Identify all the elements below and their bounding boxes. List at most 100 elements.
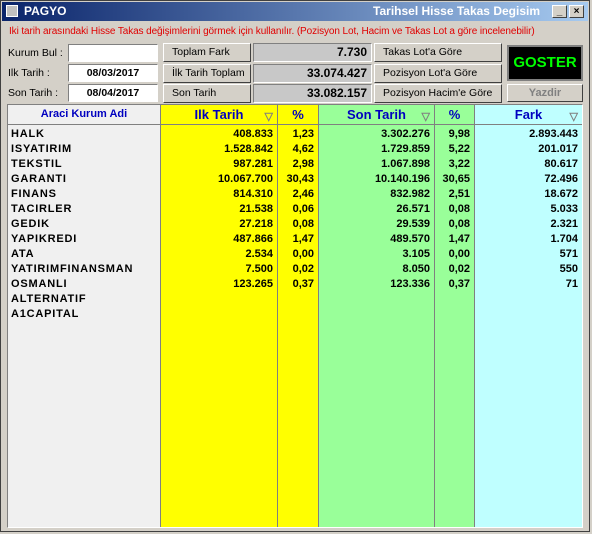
table-cell-son-pct[interactable]: 2,51	[435, 187, 474, 202]
header-ilk-pct[interactable]: %	[278, 105, 318, 125]
table-cell-fark[interactable]: 2.893.443	[475, 127, 582, 142]
table-cell-ilk[interactable]	[161, 292, 277, 307]
title-bar[interactable]: PAGYO Tarihsel Hisse Takas Degisim _ ×	[2, 2, 588, 21]
table-cell-son[interactable]: 123.336	[319, 277, 434, 292]
table-cell-son[interactable]: 1.729.859	[319, 142, 434, 157]
table-cell-son[interactable]: 26.571	[319, 202, 434, 217]
table-cell-son-pct[interactable]: 0,02	[435, 262, 474, 277]
table-cell-fark[interactable]: 18.672	[475, 187, 582, 202]
table-cell-kurum[interactable]: GARANTI	[8, 172, 160, 187]
table-cell-ilk-pct[interactable]: 0,06	[278, 202, 318, 217]
table-cell-ilk[interactable]: 814.310	[161, 187, 277, 202]
table-cell-kurum[interactable]: TACIRLER	[8, 202, 160, 217]
table-cell-fark[interactable]	[475, 307, 582, 322]
header-son-tarih-label: Son Tarih	[347, 107, 406, 122]
header-ilk-tarih[interactable]: Ilk Tarih ▽	[161, 105, 277, 125]
table-cell-ilk[interactable]: 123.265	[161, 277, 277, 292]
table-cell-ilk-pct[interactable]	[278, 307, 318, 322]
table-cell-son[interactable]: 1.067.898	[319, 157, 434, 172]
table-cell-son-pct[interactable]	[435, 307, 474, 322]
table-cell-fark[interactable]: 71	[475, 277, 582, 292]
header-son-tarih[interactable]: Son Tarih ▽	[319, 105, 434, 125]
table-cell-son[interactable]: 3.105	[319, 247, 434, 262]
table-cell-ilk-pct[interactable]: 4,62	[278, 142, 318, 157]
header-fark[interactable]: Fark ▽	[475, 105, 582, 125]
table-cell-fark[interactable]: 1.704	[475, 232, 582, 247]
table-cell-fark[interactable]: 5.033	[475, 202, 582, 217]
table-cell-ilk[interactable]: 2.534	[161, 247, 277, 262]
ilk-pct-cells: 1,23 4,62 2,98 30,43 2,46 0,06 0,08 1,47 0,00 0,0…	[278, 127, 318, 322]
table-cell-kurum[interactable]: GEDIK	[8, 217, 160, 232]
table-cell-son-pct[interactable]	[435, 292, 474, 307]
table-cell-ilk[interactable]: 487.866	[161, 232, 277, 247]
table-cell-fark[interactable]: 201.017	[475, 142, 582, 157]
table-cell-kurum[interactable]: YAPIKREDI	[8, 232, 160, 247]
table-cell-ilk-pct[interactable]: 1,47	[278, 232, 318, 247]
table-cell-ilk[interactable]: 7.500	[161, 262, 277, 277]
table-cell-son-pct[interactable]: 0,08	[435, 202, 474, 217]
table-cell-son-pct[interactable]: 0,08	[435, 217, 474, 232]
table-cell-ilk[interactable]	[161, 307, 277, 322]
table-cell-fark[interactable]: 571	[475, 247, 582, 262]
table-cell-son[interactable]: 8.050	[319, 262, 434, 277]
table-cell-ilk-pct[interactable]: 0,02	[278, 262, 318, 277]
table-cell-son-pct[interactable]: 3,22	[435, 157, 474, 172]
goster-button[interactable]: GOSTER	[507, 45, 583, 81]
table-cell-fark[interactable]: 80.617	[475, 157, 582, 172]
table-cell-son[interactable]: 10.140.196	[319, 172, 434, 187]
table-cell-ilk-pct[interactable]	[278, 292, 318, 307]
kurum-cells: HALK ISYATIRIM TEKSTIL GARANTI FINANS TACIRLE…	[8, 127, 160, 322]
table-cell-kurum[interactable]: ISYATIRIM	[8, 142, 160, 157]
table-cell-son[interactable]	[319, 292, 434, 307]
table-cell-fark[interactable]: 2.321	[475, 217, 582, 232]
table-cell-fark[interactable]	[475, 292, 582, 307]
table-cell-son[interactable]: 3.302.276	[319, 127, 434, 142]
table-cell-kurum[interactable]: ATA	[8, 247, 160, 262]
table-cell-ilk-pct[interactable]: 0,37	[278, 277, 318, 292]
table-cell-ilk[interactable]: 21.538	[161, 202, 277, 217]
table-cell-kurum[interactable]: ALTERNATIF	[8, 292, 160, 307]
table-cell-son[interactable]: 29.539	[319, 217, 434, 232]
table-cell-son-pct[interactable]: 5,22	[435, 142, 474, 157]
table-cell-ilk[interactable]: 1.528.842	[161, 142, 277, 157]
table-cell-kurum[interactable]: A1CAPITAL	[8, 307, 160, 322]
close-button[interactable]: ×	[569, 5, 584, 18]
table-cell-ilk-pct[interactable]: 0,00	[278, 247, 318, 262]
takas-lot-button[interactable]: Takas Lot'a Göre	[374, 43, 502, 62]
ilk-tarih-toplam-value: 33.074.427	[253, 64, 372, 83]
table-cell-son-pct[interactable]: 0,00	[435, 247, 474, 262]
table-cell-son-pct[interactable]: 9,98	[435, 127, 474, 142]
yazdir-button[interactable]: Yazdir	[507, 84, 583, 102]
table-cell-son-pct[interactable]: 30,65	[435, 172, 474, 187]
kurum-bul-input[interactable]	[68, 44, 158, 62]
fark-column: Fark ▽ 2.893.443 201.017 80.617 72.496 18.672…	[475, 105, 582, 527]
minimize-button[interactable]: _	[552, 5, 567, 18]
table-cell-ilk[interactable]: 27.218	[161, 217, 277, 232]
table-cell-son[interactable]: 832.982	[319, 187, 434, 202]
table-cell-ilk-pct[interactable]: 2,46	[278, 187, 318, 202]
table-cell-kurum[interactable]: FINANS	[8, 187, 160, 202]
ilk-tarih-field[interactable]: 08/03/2017	[68, 64, 158, 82]
pozisyon-hacim-button[interactable]: Pozisyon Hacim'e Göre	[374, 84, 502, 103]
table-cell-ilk-pct[interactable]: 2,98	[278, 157, 318, 172]
table-cell-kurum[interactable]: HALK	[8, 127, 160, 142]
table-cell-ilk-pct[interactable]: 30,43	[278, 172, 318, 187]
table-cell-son[interactable]	[319, 307, 434, 322]
table-cell-kurum[interactable]: OSMANLI	[8, 277, 160, 292]
header-kurum[interactable]: Araci Kurum Adi	[8, 105, 160, 125]
table-cell-ilk-pct[interactable]: 1,23	[278, 127, 318, 142]
pozisyon-lot-button[interactable]: Pozisyon Lot'a Göre	[374, 64, 502, 83]
table-cell-ilk-pct[interactable]: 0,08	[278, 217, 318, 232]
table-cell-fark[interactable]: 72.496	[475, 172, 582, 187]
table-cell-son[interactable]: 489.570	[319, 232, 434, 247]
table-cell-ilk[interactable]: 10.067.700	[161, 172, 277, 187]
table-cell-son-pct[interactable]: 1,47	[435, 232, 474, 247]
header-son-pct[interactable]: %	[435, 105, 474, 125]
table-cell-ilk[interactable]: 987.281	[161, 157, 277, 172]
table-cell-son-pct[interactable]: 0,37	[435, 277, 474, 292]
table-cell-kurum[interactable]: YATIRIMFINANSMAN	[8, 262, 160, 277]
table-cell-kurum[interactable]: TEKSTIL	[8, 157, 160, 172]
son-tarih-field[interactable]: 08/04/2017	[68, 84, 158, 102]
table-cell-ilk[interactable]: 408.833	[161, 127, 277, 142]
table-cell-fark[interactable]: 550	[475, 262, 582, 277]
